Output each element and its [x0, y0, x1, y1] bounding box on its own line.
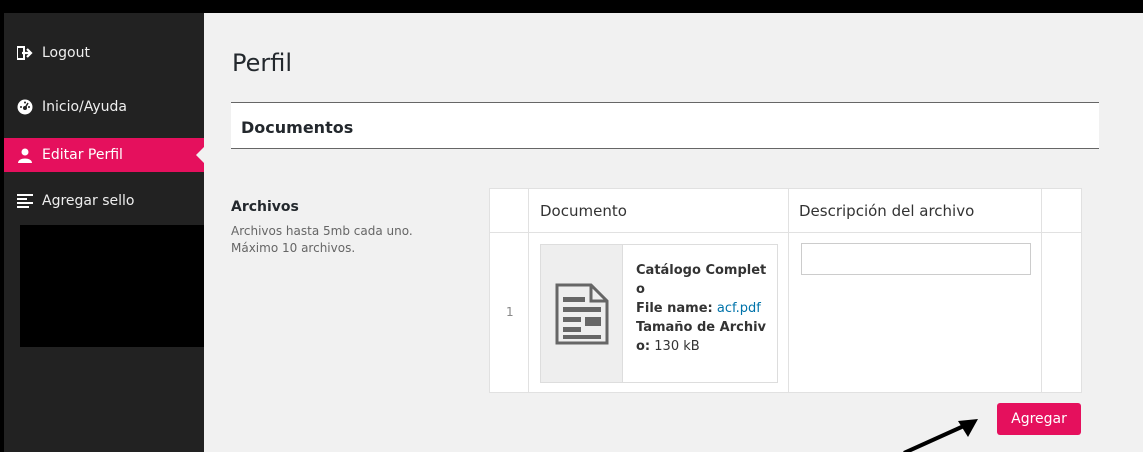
sidebar-item-agregar-sello[interactable]: Agregar sello [4, 184, 204, 218]
column-divider [788, 189, 789, 392]
sidebar-item-label: Logout [42, 45, 90, 61]
column-header-documento: Documento [540, 202, 627, 220]
user-icon [16, 146, 34, 164]
document-info: Catálogo Completo File name: acf.pdf Tam… [636, 261, 771, 356]
logout-icon [16, 44, 34, 62]
document-title: Catálogo Completo [636, 263, 767, 297]
section-title: Documentos [241, 118, 354, 137]
sidebar-item-label: Inicio/Ayuda [42, 99, 128, 115]
column-divider [528, 189, 529, 392]
sidebar-item-label: Agregar sello [42, 193, 135, 209]
column-divider [1041, 189, 1042, 392]
field-label: Archivos [231, 199, 299, 215]
sidebar-item-editar-perfil[interactable]: Editar Perfil [4, 138, 204, 172]
file-name-label: File name: [636, 301, 713, 316]
sidebar: Logout Inicio/Ayuda Editar Perfil Agrega… [4, 13, 208, 452]
field-description: Archivos hasta 5mb cada uno. Máximo 10 a… [231, 224, 413, 255]
add-button[interactable]: Agregar [997, 403, 1081, 435]
sidebar-item-inicio-ayuda[interactable]: Inicio/Ayuda [4, 90, 204, 124]
sidebar-item-logout[interactable]: Logout [4, 36, 204, 70]
main-content: Perfil Documentos Archivos Archivos hast… [204, 13, 1143, 452]
dashboard-icon [16, 98, 34, 116]
annotation-arrow-icon [903, 419, 978, 452]
file-size-value: 130 kB [654, 339, 700, 354]
file-name-link[interactable]: acf.pdf [717, 301, 761, 316]
app-frame: Logout Inicio/Ayuda Editar Perfil Agrega… [0, 0, 1143, 452]
documents-box: Documentos [231, 102, 1099, 149]
column-header-descripcion: Descripción del archivo [799, 202, 975, 220]
sidebar-item-label: Editar Perfil [42, 147, 123, 163]
document-file-icon [541, 245, 623, 382]
document-card[interactable]: Catálogo Completo File name: acf.pdf Tam… [540, 244, 778, 383]
files-table: Documento Descripción del archivo 1 Catá… [489, 188, 1082, 393]
list-icon [16, 192, 34, 210]
redacted-area [20, 225, 208, 347]
description-input[interactable] [801, 243, 1031, 275]
row-index: 1 [506, 305, 514, 319]
page-title: Perfil [232, 49, 293, 77]
